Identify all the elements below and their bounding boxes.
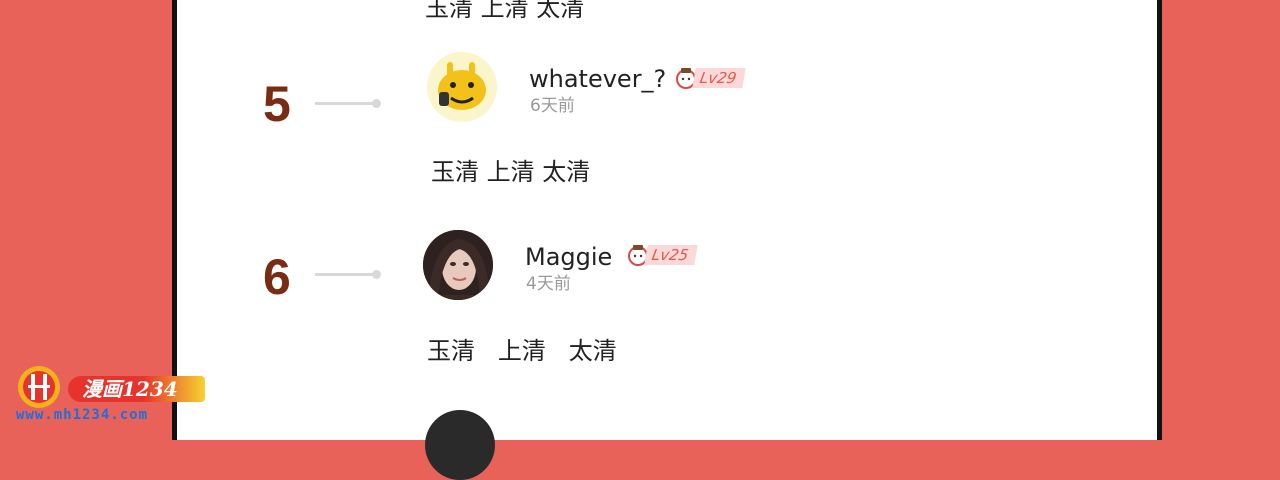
username[interactable]: Maggie: [525, 243, 612, 271]
level-label: Lv25: [644, 245, 699, 265]
watermark-url: www.mh1234.com: [16, 407, 149, 423]
avatar[interactable]: [427, 52, 497, 122]
site-logo-icon: [18, 366, 60, 408]
timestamp: 4天前: [526, 274, 571, 294]
previous-comment-text: 玉清 上清 太清: [425, 0, 585, 22]
comment-number: 6: [263, 249, 291, 305]
user-photo-icon: [423, 230, 493, 300]
connector-line: [315, 99, 381, 108]
cartoon-avatar-icon: [427, 52, 497, 122]
connector-line: [315, 270, 381, 279]
avatar[interactable]: [425, 410, 495, 480]
timestamp: 6天前: [530, 96, 575, 116]
comment-list-panel: 玉清 上清 太清 5 whatever_? Lv29 6天前 玉清 上清 太清 …: [172, 0, 1162, 480]
level-label: Lv29: [692, 68, 747, 88]
site-watermark-logo: 漫画1234 www.mh1234.com: [16, 364, 205, 423]
comment-text: 玉清 上清 太清: [427, 337, 617, 365]
level-badge: Lv25: [626, 243, 699, 267]
comment-number: 5: [263, 76, 291, 132]
watermark-badge-text: 漫画1234: [82, 377, 178, 401]
level-badge: Lv29: [674, 66, 747, 90]
comment-text: 玉清 上清 太清: [431, 158, 591, 186]
avatar[interactable]: [423, 230, 493, 300]
username[interactable]: whatever_?: [529, 65, 666, 93]
